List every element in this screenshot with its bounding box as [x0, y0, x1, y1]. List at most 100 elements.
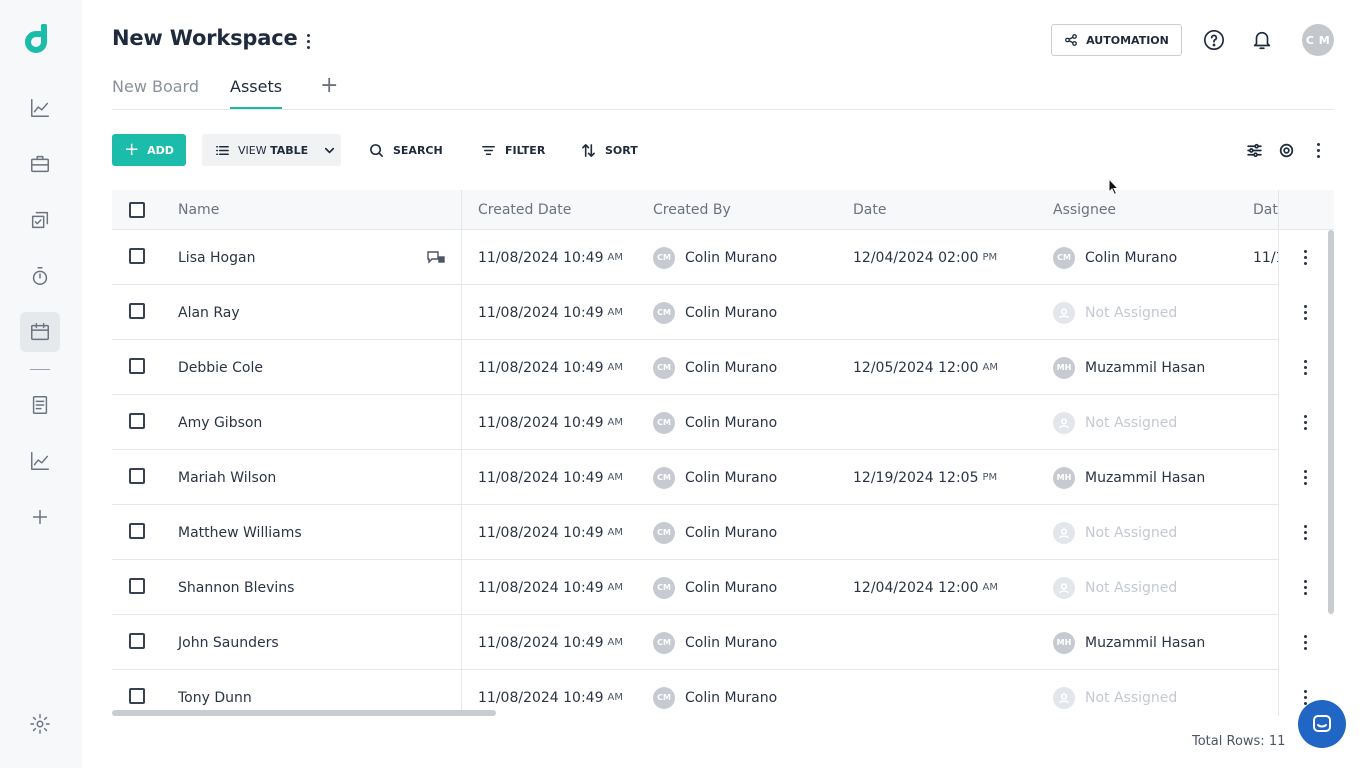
- cell-date[interactable]: 12/04/2024 12:00 AM: [853, 560, 998, 615]
- tab-assets[interactable]: Assets: [230, 77, 282, 96]
- briefcase-icon[interactable]: [20, 144, 60, 184]
- table-row[interactable]: Alan Ray 11/08/2024 10:49 AM CM Colin Murano…: [112, 285, 1334, 340]
- cell-created-by: CM Colin Murano: [653, 615, 777, 670]
- column-header-assignee[interactable]: Assignee: [1053, 202, 1116, 218]
- select-all-checkbox[interactable]: [129, 202, 145, 218]
- column-header-date-2[interactable]: Dat: [1253, 202, 1278, 218]
- add-label: ADD: [147, 143, 174, 157]
- table-row[interactable]: Debbie Cole 11/08/2024 10:49 AM CM Colin Mur…: [112, 340, 1334, 395]
- vertical-scrollbar[interactable]: [1328, 230, 1334, 614]
- timer-icon[interactable]: [20, 256, 60, 296]
- table-row[interactable]: Matthew Williams 11/08/2024 10:49 AM CM Coli…: [112, 505, 1334, 560]
- cell-assignee[interactable]: Not Assigned: [1053, 285, 1177, 340]
- sort-button[interactable]: SORT: [581, 134, 638, 166]
- row-menu-icon[interactable]: [1297, 246, 1313, 268]
- column-header-created-by[interactable]: Created By: [653, 202, 731, 218]
- cell-assignee[interactable]: Not Assigned: [1053, 560, 1177, 615]
- filter-label: FILTER: [505, 143, 546, 157]
- cell-created-date: 11/08/2024 10:49 AM: [478, 249, 623, 266]
- cell-assignee[interactable]: Not Assigned: [1053, 670, 1177, 716]
- row-checkbox[interactable]: [129, 468, 145, 484]
- help-icon[interactable]: [1202, 28, 1226, 52]
- chat-support-button[interactable]: [1298, 700, 1346, 748]
- more-options-icon[interactable]: [1308, 140, 1328, 160]
- tab-new-board[interactable]: New Board: [112, 77, 199, 96]
- unassigned-user-icon: [1053, 411, 1075, 434]
- row-menu-icon[interactable]: [1297, 631, 1313, 653]
- add-module-icon[interactable]: [20, 497, 60, 537]
- settings-gear-icon[interactable]: [20, 704, 60, 744]
- assignee-avatar: MH: [1053, 356, 1075, 379]
- cell-created-date: 11/08/2024 10:49 AM: [478, 469, 623, 486]
- row-checkbox[interactable]: [129, 303, 145, 319]
- table-row[interactable]: Shannon Blevins 11/08/2024 10:49 AM CM Colin…: [112, 560, 1334, 615]
- user-avatar[interactable]: C M: [1302, 24, 1334, 56]
- cell-name[interactable]: Lisa Hogan: [178, 230, 255, 285]
- cell-assignee[interactable]: CM Colin Murano: [1053, 230, 1177, 285]
- add-tab-icon[interactable]: +: [320, 75, 338, 97]
- row-menu-icon[interactable]: [1297, 466, 1313, 488]
- cell-name[interactable]: Debbie Cole: [178, 340, 263, 395]
- horizontal-scrollbar[interactable]: [112, 710, 496, 716]
- cell-created-by: CM Colin Murano: [653, 395, 777, 450]
- row-checkbox[interactable]: [129, 358, 145, 374]
- cell-date[interactable]: 12/04/2024 02:00 PM: [853, 230, 997, 285]
- row-menu-icon[interactable]: [1297, 411, 1313, 433]
- cell-created-by: CM Colin Murano: [653, 285, 777, 340]
- cell-assignee[interactable]: Not Assigned: [1053, 505, 1177, 560]
- analytics-icon[interactable]: [20, 88, 60, 128]
- cell-assignee[interactable]: MH Muzammil Hasan: [1053, 340, 1205, 395]
- cell-name[interactable]: Alan Ray: [178, 285, 240, 340]
- sidebar: [0, 0, 82, 768]
- table-row[interactable]: Mariah Wilson 11/08/2024 10:49 AM CM Colin M…: [112, 450, 1334, 505]
- cell-name[interactable]: John Saunders: [178, 615, 279, 670]
- tasks-icon[interactable]: [20, 200, 60, 240]
- row-menu-icon[interactable]: [1297, 356, 1313, 378]
- creator-avatar: CM: [653, 521, 675, 544]
- cell-name[interactable]: Shannon Blevins: [178, 560, 294, 615]
- column-settings-sliders-icon[interactable]: [1244, 140, 1264, 160]
- table-row[interactable]: Lisa Hogan 11/08/2024 10:49 AM CM Colin Mura…: [112, 230, 1334, 285]
- row-checkbox[interactable]: [129, 523, 145, 539]
- row-checkbox[interactable]: [129, 413, 145, 429]
- board-settings-gear-icon[interactable]: [1276, 140, 1296, 160]
- row-checkbox[interactable]: [129, 633, 145, 649]
- cell-assignee[interactable]: Not Assigned: [1053, 395, 1177, 450]
- column-header-created-date[interactable]: Created Date: [478, 202, 571, 218]
- add-button[interactable]: + ADD: [112, 134, 186, 166]
- automation-button[interactable]: AUTOMATION: [1051, 24, 1182, 56]
- column-header-name[interactable]: Name: [178, 202, 219, 218]
- cell-name[interactable]: Matthew Williams: [178, 505, 302, 560]
- cell-created-date: 11/08/2024 10:49 AM: [478, 634, 623, 651]
- reports-icon[interactable]: [20, 441, 60, 481]
- row-menu-icon[interactable]: [1297, 521, 1313, 543]
- notification-bell-icon[interactable]: [1250, 28, 1274, 52]
- assignee-avatar: MH: [1053, 466, 1075, 489]
- document-icon[interactable]: [20, 385, 60, 425]
- app-logo[interactable]: [24, 24, 56, 56]
- cell-name[interactable]: Mariah Wilson: [178, 450, 276, 505]
- table-row[interactable]: Amy Gibson 11/08/2024 10:49 AM CM Colin Mura…: [112, 395, 1334, 450]
- row-checkbox[interactable]: [129, 248, 145, 264]
- cell-assignee[interactable]: MH Muzammil Hasan: [1053, 450, 1205, 505]
- creator-avatar: CM: [653, 246, 675, 269]
- row-checkbox[interactable]: [129, 688, 145, 704]
- row-menu-icon[interactable]: [1297, 301, 1313, 323]
- chat-icon: [1313, 715, 1331, 732]
- calendar-icon[interactable]: [20, 312, 60, 352]
- comment-icon[interactable]: [426, 249, 446, 267]
- view-selector[interactable]: VIEW TABLE: [202, 134, 341, 166]
- filter-button[interactable]: FILTER: [481, 134, 545, 166]
- search-button[interactable]: SEARCH: [369, 134, 443, 166]
- plus-icon: +: [124, 139, 140, 160]
- cell-assignee[interactable]: MH Muzammil Hasan: [1053, 615, 1205, 670]
- row-menu-icon[interactable]: [1297, 576, 1313, 598]
- table-row[interactable]: John Saunders 11/08/2024 10:49 AM CM Colin M…: [112, 615, 1334, 670]
- cell-date[interactable]: 12/05/2024 12:00 AM: [853, 340, 998, 395]
- column-header-date[interactable]: Date: [853, 202, 886, 218]
- row-checkbox[interactable]: [129, 578, 145, 594]
- cell-created-date: 11/08/2024 10:49 AM: [478, 579, 623, 596]
- cell-name[interactable]: Amy Gibson: [178, 395, 262, 450]
- cell-date[interactable]: 12/19/2024 12:05 PM: [853, 450, 997, 505]
- workspace-menu-icon[interactable]: [300, 30, 316, 52]
